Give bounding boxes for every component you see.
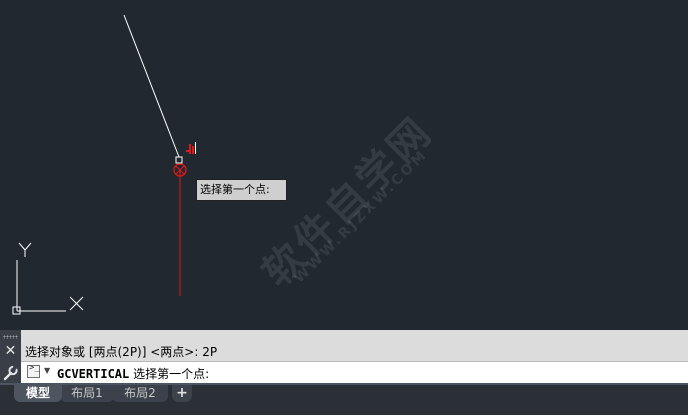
layout-tabs: 布局2 布局1 模型 + <box>0 383 688 415</box>
tab-layout1[interactable]: 布局1 <box>60 385 114 402</box>
add-layout-button[interactable]: + <box>172 385 192 402</box>
wrench-icon[interactable] <box>2 365 19 381</box>
drawn-line[interactable] <box>123 14 180 158</box>
tab-layout2[interactable]: 布局2 <box>112 385 168 402</box>
recent-commands-dropdown[interactable]: ▼ <box>44 366 50 375</box>
prompt-glyph: >_ <box>29 363 40 373</box>
endpoint-grip[interactable] <box>175 156 183 164</box>
command-prompt: 选择第一个点: <box>133 367 210 381</box>
cursor-badge-icon <box>186 142 196 154</box>
close-icon[interactable]: ✕ <box>3 344 18 359</box>
drawing-svg[interactable] <box>0 0 688 330</box>
command-history: 选择对象或 [两点(2P)] <两点>: 2P <box>21 330 688 361</box>
command-input[interactable]: >_ ▼ GCVERTICAL 选择第一个点: <box>21 361 688 384</box>
command-line-text: GCVERTICAL 选择第一个点: <box>57 365 209 382</box>
command-name: GCVERTICAL <box>57 367 130 381</box>
tab-model[interactable]: 模型 <box>14 385 62 402</box>
ucs-icon <box>12 242 84 315</box>
history-line: 选择对象或 [两点(2P)] <两点>: 2P <box>25 345 218 359</box>
grip-handle-icon[interactable] <box>3 335 18 339</box>
command-prompt-icon[interactable]: >_ <box>27 363 40 378</box>
drawing-canvas[interactable]: 软件自学网 WWW.RJZXW.COM 选择第一个点: <box>0 0 688 330</box>
command-window: ✕ 选择对象或 [两点(2P)] <两点>: 2P >_ ▼ GCVERTICA… <box>0 330 688 384</box>
command-window-handle[interactable]: ✕ <box>0 330 21 383</box>
cursor-tooltip: 选择第一个点: <box>196 179 287 201</box>
